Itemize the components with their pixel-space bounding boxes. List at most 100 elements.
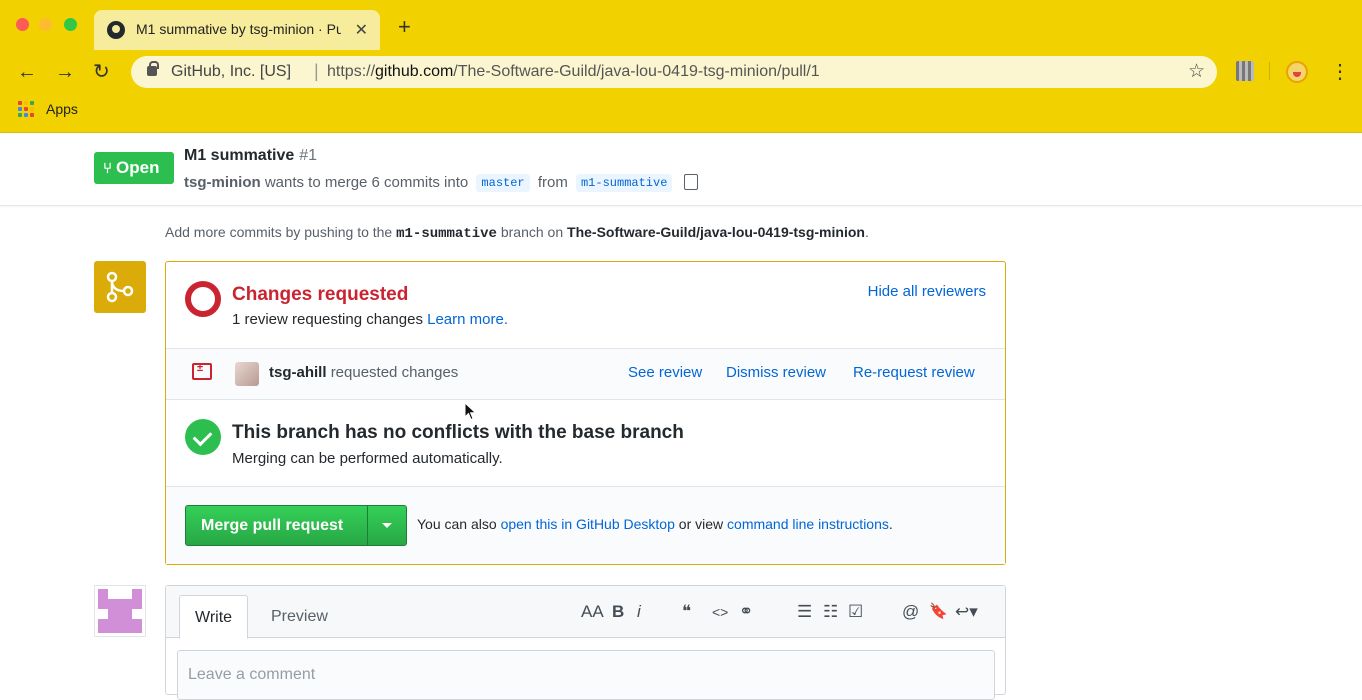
back-arrow-icon[interactable]: ← [17,60,37,84]
commenter-avatar[interactable] [94,585,146,637]
changes-requested-count: 1 review requesting changes [232,311,423,328]
bold-icon[interactable]: B [612,602,624,622]
code-icon[interactable]: <> [712,602,728,622]
extension-barcode-icon[interactable] [1236,61,1254,81]
see-review-link[interactable]: See review [628,364,702,381]
pr-author-link[interactable]: tsg-minion [184,174,261,191]
link-icon[interactable]: ⚭ [739,602,753,622]
clipboard-copy-icon[interactable] [683,174,698,190]
git-merge-icon [106,271,134,303]
identicon-icon [98,589,142,633]
no-conflicts-title: This branch has no conflicts with the ba… [232,422,684,443]
merge-box: Changes requested 1 review requesting ch… [165,261,1006,565]
url-host: github.com [375,63,454,80]
push-hint-branch: m1-summative [396,226,497,242]
heading-icon[interactable]: AA [581,602,604,622]
apps-dot [30,107,34,111]
pr-from-text: from [537,174,568,191]
bullet-list-icon[interactable]: ☰ [797,602,812,622]
hide-reviewers-link[interactable]: Hide all reviewers [868,283,986,300]
comment-textarea[interactable]: Leave a comment [177,650,995,700]
merge-pull-request-button[interactable]: Merge pull request [185,505,407,546]
base-branch-label[interactable]: master [476,174,530,192]
merge-alternatives: You can also open this in GitHub Desktop… [417,516,893,532]
reload-icon[interactable]: ↻ [93,60,110,84]
url-scheme: https:// [327,63,376,80]
browser-menu-icon[interactable]: ⋮ [1330,60,1350,84]
changes-requested-section: Changes requested 1 review requesting ch… [166,262,1005,349]
changes-requested-icon [185,281,221,317]
pr-meta: tsg-minion wants to merge 6 commits into… [184,171,698,192]
dismiss-review-link[interactable]: Dismiss review [726,364,826,381]
merge-button-label: Merge pull request [201,517,344,534]
italic-icon[interactable]: i [637,602,641,622]
push-hint: Add more commits by pushing to the m1-su… [165,224,869,242]
mention-icon[interactable]: @ [902,602,919,622]
comment-tabs: Write Preview AA B i ❝ <> ⚭ ☰ ☷ ☑ @ 🔖 ↩▾ [166,586,1005,639]
open-in-desktop-link[interactable]: open this in GitHub Desktop [501,516,675,532]
saved-reply-icon[interactable]: 🔖 [929,602,948,622]
apps-dot [30,101,34,105]
profile-avatar-icon[interactable] [1286,61,1308,83]
apps-dot [18,107,22,111]
quote-icon[interactable]: ❝ [682,602,691,622]
close-window-button[interactable] [16,18,29,31]
head-branch-label[interactable]: m1-summative [575,174,673,192]
push-hint-repo: The-Software-Guild/java-lou-0419-tsg-min… [567,224,865,240]
bookmark-star-icon[interactable]: ☆ [1188,60,1205,83]
maximize-window-button[interactable] [64,18,77,31]
learn-more-link[interactable]: Learn more. [427,311,508,328]
reviewer-avatar[interactable] [235,362,259,386]
no-conflicts-subtitle: Merging can be performed automatically. [232,450,503,467]
site-identity: GitHub, Inc. [US] [171,63,292,80]
tab-write[interactable]: Write [179,595,249,639]
tab-preview[interactable]: Preview [256,595,343,639]
no-conflicts-section: This branch has no conflicts with the ba… [166,400,1005,487]
rerequest-review-link[interactable]: Re-request review [853,364,975,381]
url-text[interactable]: https://github.com/The-Software-Guild/ja… [327,63,820,81]
cursor-arrow-icon [464,402,477,421]
command-line-instructions-link[interactable]: command line instructions [727,516,889,532]
merge-alt-prefix: You can also [417,516,497,532]
pr-header: ⑂ Open M1 summative #1 tsg-minion wants to… [0,133,1362,206]
merge-button-divider [367,506,368,545]
browser-chrome: M1 summative by tsg-minion · Pull Reques… [0,0,1362,133]
toolbar-divider [1269,62,1270,80]
apps-dot [18,113,22,117]
reply-dropdown-icon[interactable]: ↩▾ [955,602,978,622]
apps-dot [18,101,22,105]
apps-dot [30,113,34,117]
pr-merge-text: wants to merge 6 commits into [264,174,469,191]
merge-alt-suffix: . [888,516,893,532]
forward-arrow-icon[interactable]: → [55,60,75,84]
merge-alt-middle: or view [678,516,724,532]
bookmark-apps[interactable]: Apps [46,101,78,117]
new-tab-icon[interactable]: + [398,16,411,38]
push-hint-suffix: . [864,224,869,240]
apps-dot [24,107,28,111]
merge-options-caret-icon[interactable] [382,523,392,528]
task-list-icon[interactable]: ☑ [848,602,863,622]
numbered-list-icon[interactable]: ☷ [823,602,838,622]
reviewer-status: tsg-ahill requested changes [269,364,458,381]
apps-dot [24,101,28,105]
pull-request-icon: ⑂ [103,160,113,177]
changes-requested-title: Changes requested [232,284,409,305]
comment-placeholder: Leave a comment [188,666,316,683]
merge-status-icon [94,261,146,313]
url-separator: | [314,61,319,81]
merge-action-section: Merge pull request You can also open thi… [166,487,1005,564]
reviewer-name[interactable]: tsg-ahill [269,364,327,381]
check-circle-icon [185,419,221,455]
minimize-window-button[interactable] [39,18,52,31]
apps-grid-icon[interactable] [18,101,34,117]
pr-state-label: Open [116,158,160,177]
tab-close-icon[interactable]: ✕ [355,20,368,40]
address-bar[interactable]: GitHub, Inc. [US] | https://github.com/T… [131,56,1217,88]
browser-tab[interactable]: M1 summative by tsg-minion · Pull Reques… [94,10,380,50]
pr-title-text: M1 summative [184,147,295,164]
github-favicon-icon [107,21,125,39]
tab-title: M1 summative by tsg-minion · Pull Reques… [136,21,341,37]
reviewer-row: tsg-ahill requested changes See review D… [166,349,1005,400]
comment-form: Write Preview AA B i ❝ <> ⚭ ☰ ☷ ☑ @ 🔖 ↩▾… [165,585,1006,700]
